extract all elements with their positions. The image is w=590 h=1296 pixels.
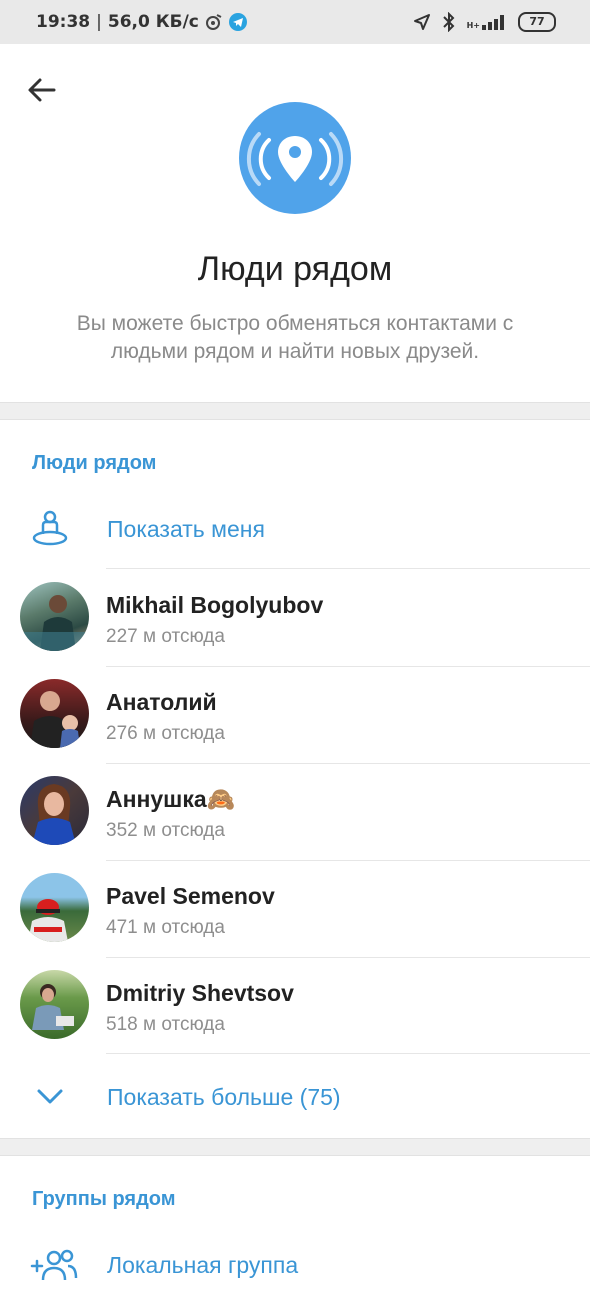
person-name: Mikhail Bogolyubov bbox=[106, 592, 324, 618]
local-group-label: Локальная группа bbox=[107, 1252, 299, 1278]
telegram-icon bbox=[228, 13, 247, 31]
status-speed: 56,0 КБ/с bbox=[107, 12, 199, 32]
show-me-label: Показать меня bbox=[107, 516, 265, 542]
avatar bbox=[20, 873, 89, 942]
status-bar: 19:38 | 56,0 КБ/с H+ 77 bbox=[0, 0, 590, 44]
person-distance: 518 м отсюда bbox=[106, 1014, 225, 1035]
music-icon bbox=[205, 13, 223, 31]
person-row[interactable]: Pavel Semenov 471 м отсюда bbox=[0, 861, 590, 958]
person-name: Pavel Semenov bbox=[106, 883, 275, 909]
person-row[interactable]: Mikhail Bogolyubov 227 м отсюда bbox=[0, 570, 590, 667]
avatar bbox=[20, 679, 89, 748]
page-title: Люди рядом bbox=[197, 250, 393, 288]
network-type: H+ bbox=[466, 21, 480, 30]
person-location-icon bbox=[30, 508, 70, 548]
page-subtitle: Вы можете быстро обменяться контактами с… bbox=[76, 312, 514, 363]
avatar bbox=[20, 582, 89, 651]
back-button[interactable] bbox=[24, 72, 60, 108]
divider bbox=[106, 1053, 590, 1054]
person-name: Аннушка🙈 bbox=[106, 786, 236, 812]
signal-icon: H+ bbox=[467, 14, 508, 30]
show-me-button[interactable]: Показать меня bbox=[0, 496, 590, 560]
battery-indicator: 77 bbox=[518, 12, 556, 32]
person-row[interactable]: Dmitriy Shevtsov 518 м отсюда bbox=[0, 958, 590, 1055]
person-name: Dmitriy Shevtsov bbox=[106, 980, 294, 1006]
person-row[interactable]: Анатолий 276 м отсюда bbox=[0, 667, 590, 764]
person-distance: 276 м отсюда bbox=[106, 723, 225, 744]
section-separator bbox=[0, 1138, 590, 1156]
chevron-down-icon bbox=[30, 1076, 70, 1116]
avatar bbox=[20, 776, 89, 845]
show-more-label: Показать больше (75) bbox=[107, 1084, 341, 1110]
section-separator bbox=[0, 402, 590, 420]
local-group-button[interactable]: Локальная группа bbox=[0, 1232, 590, 1296]
status-right: H+ 77 bbox=[413, 12, 556, 32]
add-group-icon bbox=[30, 1244, 78, 1284]
status-left: 19:38 | 56,0 КБ/с bbox=[36, 12, 247, 32]
location-broadcast-icon bbox=[239, 102, 351, 214]
divider bbox=[106, 568, 590, 569]
person-distance: 471 м отсюда bbox=[106, 917, 225, 938]
back-arrow-icon bbox=[28, 78, 56, 102]
person-row[interactable]: Аннушка🙈 352 м отсюда bbox=[0, 764, 590, 861]
header: Люди рядом Вы можете быстро обменяться к… bbox=[0, 44, 590, 402]
person-name: Анатолий bbox=[106, 689, 217, 715]
person-distance: 352 м отсюда bbox=[106, 820, 225, 841]
avatar bbox=[20, 970, 89, 1039]
person-distance: 227 м отсюда bbox=[106, 626, 225, 647]
status-time: 19:38 bbox=[36, 12, 91, 32]
status-separator: | bbox=[96, 12, 102, 32]
people-nearby-section-title: Люди рядом bbox=[32, 452, 157, 474]
bluetooth-icon bbox=[441, 12, 457, 32]
location-icon bbox=[413, 13, 431, 31]
groups-nearby-section-title: Группы рядом bbox=[32, 1188, 176, 1210]
show-more-button[interactable]: Показать больше (75) bbox=[0, 1064, 590, 1128]
